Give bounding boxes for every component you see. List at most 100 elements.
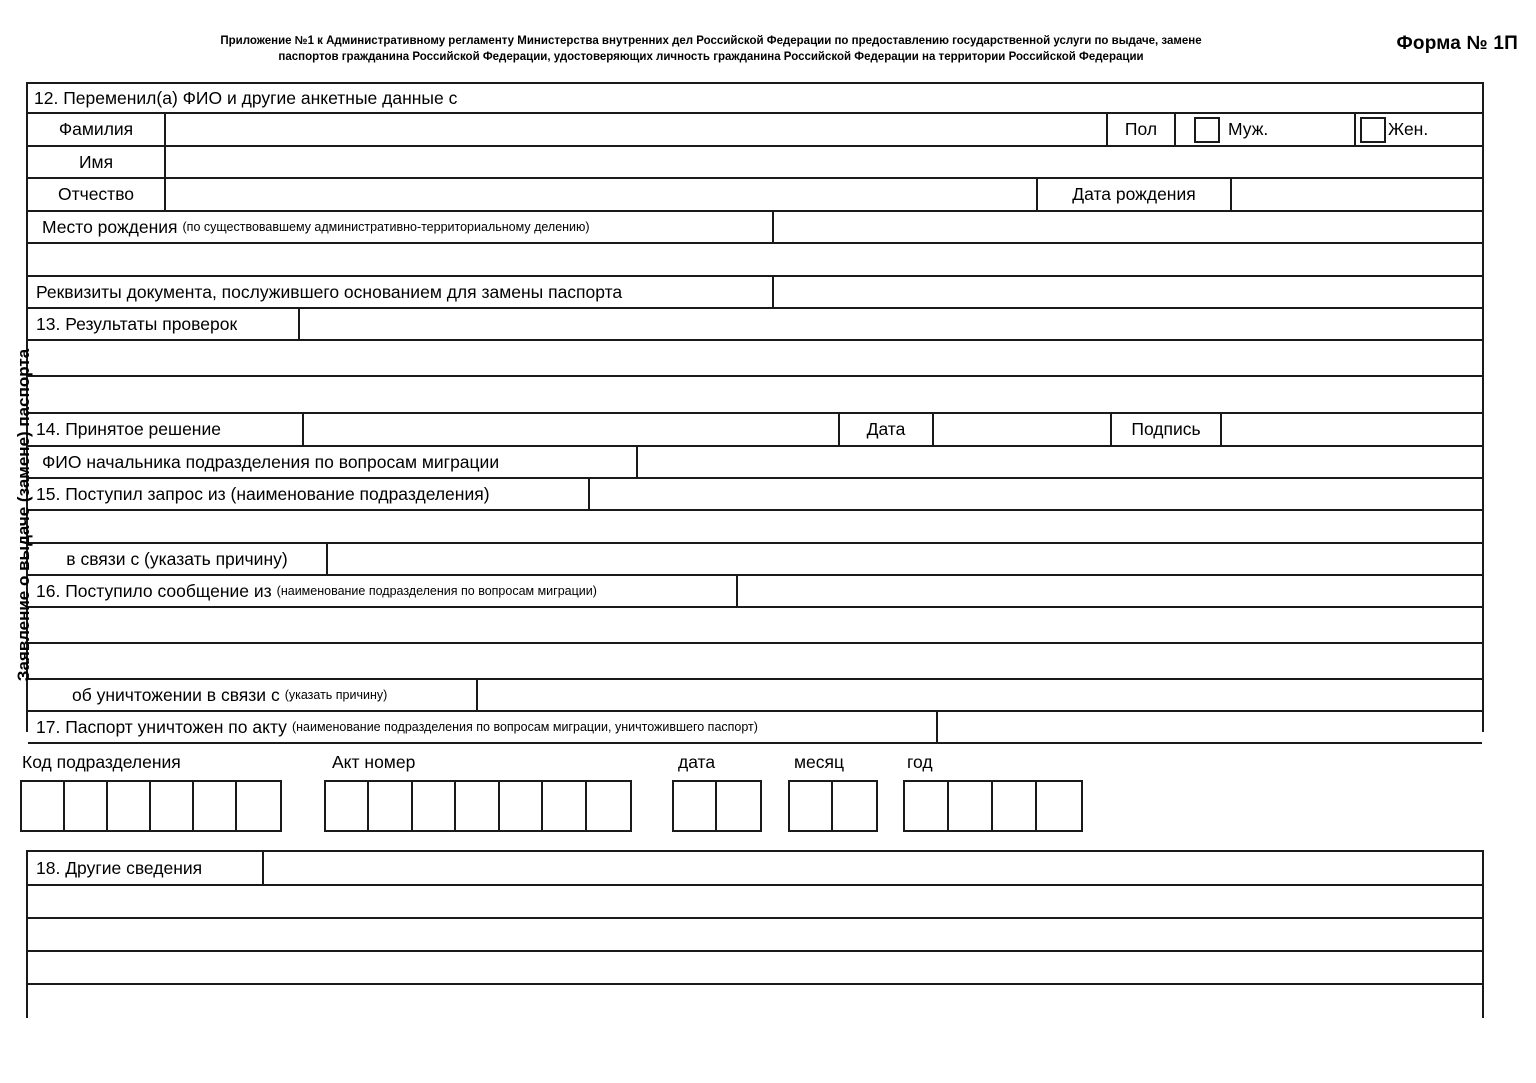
document-details-row: Реквизиты документа, послужившего основа… [28,277,1482,309]
code-cell[interactable] [674,782,718,830]
birthdate-input[interactable] [1232,179,1482,210]
section13-title: 13. Результаты проверок [28,309,300,339]
regulation-line-1: Приложение №1 к Административному реглам… [220,35,1202,47]
chief-label: ФИО начальника подразделения по вопросам… [28,447,638,477]
code-cell[interactable] [587,782,630,830]
section15-reason-label: в связи с (указать причину) [28,544,328,574]
section15-title-row: 15. Поступил запрос из (наименование под… [28,479,1482,511]
code-group-label-2: дата [678,752,716,772]
patronymic-row: Отчество Дата рождения [28,179,1482,212]
code-boxes-strip: Код подразделения Акт номер дата месяц год [0,752,1536,847]
male-checkbox[interactable] [1194,116,1220,143]
code-cell[interactable] [833,782,876,830]
section13-blank-row-2 [28,377,1482,414]
code-cell[interactable] [369,782,413,830]
sex-options: Муж. [1176,114,1356,145]
code-cell[interactable] [1037,782,1081,830]
section13-blank-input-1[interactable] [28,341,1482,375]
code-group-label-4: год [907,752,933,772]
regulation-line-2: паспортов гражданина Российской Федераци… [278,50,1144,63]
decision-signature-input[interactable] [1222,414,1482,445]
name-input[interactable] [166,147,1482,177]
section15-input[interactable] [590,479,1482,509]
section17-title-row: 17. Паспорт уничтожен по акту (наименова… [28,712,1482,744]
section13-blank-row-1 [28,341,1482,377]
code-cell[interactable] [993,782,1038,830]
code-group-boxes-3 [788,780,878,832]
section15-blank-input[interactable] [28,511,1482,542]
code-group-boxes-4 [903,780,1083,832]
section17-input[interactable] [938,712,1482,742]
section18-blank-input-3[interactable] [28,952,1482,983]
section18-blank-input-1[interactable] [28,886,1482,917]
birthplace-input[interactable] [774,212,1482,242]
patronymic-input[interactable] [166,179,1038,210]
section16-title: 16. Поступило сообщение из [36,580,272,601]
birthdate-label: Дата рождения [1038,179,1232,210]
document-header: Приложение №1 к Административному реглам… [0,0,1536,78]
section16-input[interactable] [738,576,1482,606]
code-cell[interactable] [543,782,587,830]
code-group-label-1: Акт номер [332,752,416,772]
code-cell[interactable] [717,782,760,830]
section15-reason-input[interactable] [328,544,1482,574]
section18-blank-rows [28,886,1482,1018]
section16-reason-label: об уничтожении в связи с [72,684,280,705]
section17-title-group: 17. Паспорт уничтожен по акту (наименова… [28,712,938,742]
form-main-block: 12. Переменил(а) ФИО и другие анкетные д… [26,82,1484,778]
section13-blank-input-2[interactable] [28,377,1482,412]
female-label: Жен. [1388,119,1429,139]
code-cell[interactable] [194,782,237,830]
code-cell[interactable] [326,782,370,830]
code-cell[interactable] [456,782,500,830]
section16-reason-input[interactable] [478,680,1482,710]
section16-blank-input-2[interactable] [28,644,1482,678]
section18-blank-row-3 [28,952,1482,985]
sex-label: Пол [1108,114,1176,145]
section18-blank-input-2[interactable] [28,919,1482,950]
form-number: Форма № 1П [1396,33,1518,54]
decision-date-label: Дата [840,414,934,445]
section14-title: 14. Принятое решение [28,414,304,445]
code-cell[interactable] [413,782,457,830]
section16-title-group: 16. Поступило сообщение из (наименование… [28,576,738,606]
decision-signature-label: Подпись [1112,414,1222,445]
code-cell[interactable] [151,782,194,830]
chief-name-row: ФИО начальника подразделения по вопросам… [28,447,1482,479]
code-cell[interactable] [22,782,65,830]
section16-title-row: 16. Поступило сообщение из (наименование… [28,576,1482,608]
document-input[interactable] [774,277,1482,307]
code-group-label-0: Код подразделения [22,752,181,772]
regulation-reference: Приложение №1 к Административному реглам… [186,34,1236,65]
decision-input[interactable] [304,414,840,445]
code-cell[interactable] [500,782,544,830]
code-cell[interactable] [790,782,834,830]
section12-title-row: 12. Переменил(а) ФИО и другие анкетные д… [28,84,1482,114]
code-cell[interactable] [905,782,950,830]
code-cell[interactable] [237,782,280,830]
surname-label: Фамилия [28,114,166,145]
surname-input[interactable] [166,114,1108,145]
section18-blank-row-2 [28,919,1482,952]
male-label: Муж. [1228,119,1269,139]
code-cell[interactable] [108,782,151,830]
section16-blank-row-2 [28,644,1482,680]
decision-date-input[interactable] [934,414,1112,445]
section18-blank-row-1 [28,886,1482,919]
section18-title-row: 18. Другие сведения [28,852,1482,886]
section18-blank-row-4 [28,985,1482,1018]
chief-input[interactable] [638,447,1482,477]
section18-block: 18. Другие сведения [26,850,1484,1018]
section18-blank-input-4[interactable] [28,985,1482,1018]
birthplace-continuation-input[interactable] [28,244,1482,275]
code-cell[interactable] [65,782,108,830]
code-cell[interactable] [949,782,994,830]
section18-input[interactable] [264,852,1482,884]
code-group-boxes-2 [672,780,762,832]
section16-blank-input-1[interactable] [28,608,1482,642]
section13-input[interactable] [300,309,1482,339]
section15-title: 15. Поступил запрос из (наименование под… [28,479,590,509]
female-checkbox[interactable] [1360,116,1386,143]
section16-reason-group: об уничтожении в связи с (указать причин… [28,680,478,710]
section16-reason-hint: (указать причину) [284,688,388,702]
